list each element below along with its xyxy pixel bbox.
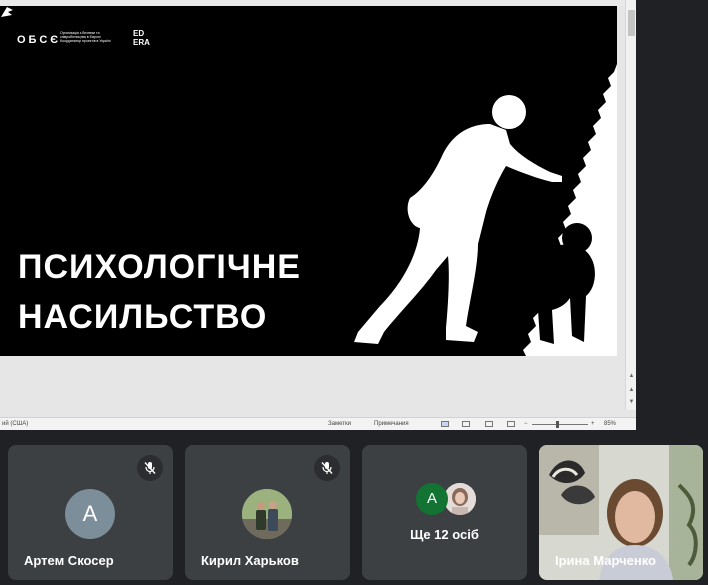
avatar <box>444 483 476 515</box>
slide-title: ПСИХОЛОГІЧНЕ НАСИЛЬСТВО <box>18 242 301 342</box>
normal-view-icon[interactable] <box>441 421 449 427</box>
language-indicator[interactable]: ий (США) <box>2 421 28 427</box>
vertical-scrollbar[interactable]: ▲ ▲ ▼ <box>625 0 636 410</box>
participant-video-tile[interactable]: Ірина Марченко <box>539 445 703 580</box>
reading-view-icon[interactable] <box>485 421 493 427</box>
avatar-photo-image <box>242 489 292 539</box>
slide-canvas-area <box>0 356 625 410</box>
avatar: А <box>65 489 115 539</box>
osce-logo: ОБСЄ <box>17 34 62 46</box>
zoom-out-icon[interactable]: − <box>524 421 528 427</box>
ppt-status-bar: ий (США) Заметки Примечания − + 85% <box>0 417 636 430</box>
zoom-slider[interactable] <box>532 424 588 425</box>
participant-tile[interactable]: А Артем Скосер <box>8 445 173 580</box>
participant-name: Кирил Харьков <box>201 553 299 568</box>
slide-title-line-1: ПСИХОЛОГІЧНЕ <box>18 248 301 286</box>
participant-name: Ірина Марченко <box>555 553 656 568</box>
edera-leaf-icon <box>1 7 13 17</box>
avatar-photo-image <box>444 483 476 515</box>
zoom-in-icon[interactable]: + <box>591 421 595 427</box>
mic-off-icon <box>321 462 333 474</box>
slideshow-icon[interactable] <box>507 421 515 427</box>
mic-muted-indicator <box>137 455 163 481</box>
mic-muted-indicator <box>314 455 340 481</box>
slide-sorter-icon[interactable] <box>462 421 470 427</box>
scroll-prev-slide-icon[interactable]: ▲ <box>627 386 636 394</box>
osce-logo-subtitle: Організація з безпеки та співробітництва… <box>60 31 111 44</box>
presentation-slide: ОБСЄ Організація з безпеки та співробітн… <box>0 6 617 356</box>
zoom-level[interactable]: 85% <box>604 421 616 427</box>
participant-tile[interactable]: Кирил Харьков <box>185 445 350 580</box>
comments-button[interactable]: Примечания <box>374 421 409 427</box>
scroll-up-arrow-icon[interactable]: ▲ <box>627 372 636 380</box>
scrollbar-thumb[interactable] <box>628 10 635 36</box>
mic-off-icon <box>144 462 156 474</box>
edera-logo: ED ERA <box>133 29 150 47</box>
avatar: А <box>416 483 448 515</box>
more-participants-tile[interactable]: А Ще 12 осіб <box>362 445 527 580</box>
avatar <box>242 489 292 539</box>
participant-name: Артем Скосер <box>24 553 114 568</box>
shared-screen: ОБСЄ Організація з безпеки та співробітн… <box>0 0 636 430</box>
notes-button[interactable]: Заметки <box>328 421 351 427</box>
slide-title-line-2: НАСИЛЬСТВО <box>18 298 268 336</box>
scroll-next-slide-icon[interactable]: ▼ <box>627 398 636 406</box>
zoom-slider-knob[interactable] <box>556 421 559 428</box>
meet-stage: ОБСЄ Організація з безпеки та співробітн… <box>0 0 708 585</box>
more-participants-label: Ще 12 осіб <box>410 527 479 542</box>
slide-white-region <box>523 64 617 356</box>
